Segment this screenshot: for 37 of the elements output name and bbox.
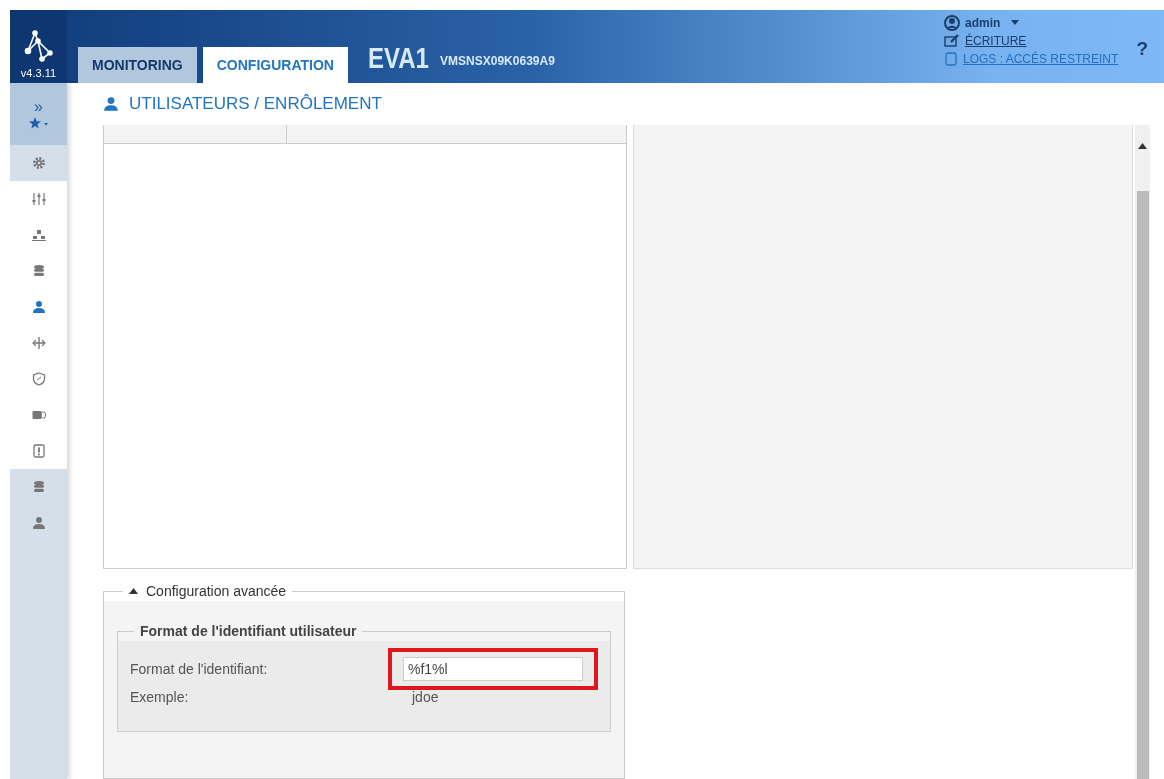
nav-tab[interactable]: MONITORING [78, 47, 197, 83]
card-icon[interactable] [31, 408, 46, 422]
nav-tab[interactable]: CONFIGURATION [202, 47, 348, 83]
user-icon[interactable] [31, 516, 46, 530]
scrollbar[interactable] [1135, 125, 1150, 779]
field-label: Exemple: [130, 689, 190, 706]
version-label: v4.3.11 [20, 67, 57, 79]
favorites-star-icon[interactable] [28, 117, 49, 129]
field-label: Format de l'identifiant: [130, 661, 269, 678]
user-avatar-icon [944, 14, 960, 31]
section-legend[interactable]: Configuration avancée [146, 583, 287, 600]
example-value: jdoe [412, 689, 439, 706]
user-icon[interactable] [31, 300, 46, 314]
document-icon [944, 51, 958, 66]
collapse-caret-icon[interactable] [129, 588, 138, 595]
database-icon[interactable] [31, 264, 46, 278]
caret-icon [1011, 20, 1020, 25]
arrows-icon[interactable] [31, 336, 46, 350]
network-icon[interactable] [31, 228, 46, 242]
scroll-up-icon[interactable] [1138, 143, 1147, 150]
expand-sidebar-button[interactable]: » [34, 99, 43, 115]
database-icon[interactable] [31, 480, 46, 494]
group-legend: Format de l'identifiant utilisateur [140, 623, 357, 640]
alert-icon[interactable] [31, 444, 46, 458]
settings-icon[interactable] [31, 156, 46, 170]
write-mode-link[interactable]: ÉCRITURE [965, 33, 1027, 48]
page-title: UTILISATEURS / ENRÔLEMENT [129, 94, 382, 115]
user-icon [103, 96, 119, 113]
logo-icon [23, 29, 54, 63]
identifier-format-field[interactable]: %f1%l [403, 657, 583, 682]
device-name: EVA1 [367, 40, 429, 75]
sliders-icon[interactable] [31, 192, 46, 206]
serial-number: VMSNSX09K0639A9 [440, 53, 555, 68]
user-menu[interactable]: admin [965, 15, 1001, 30]
help-button[interactable]: ? [1136, 38, 1148, 60]
edit-icon [944, 34, 960, 47]
shield-icon[interactable] [31, 372, 46, 386]
